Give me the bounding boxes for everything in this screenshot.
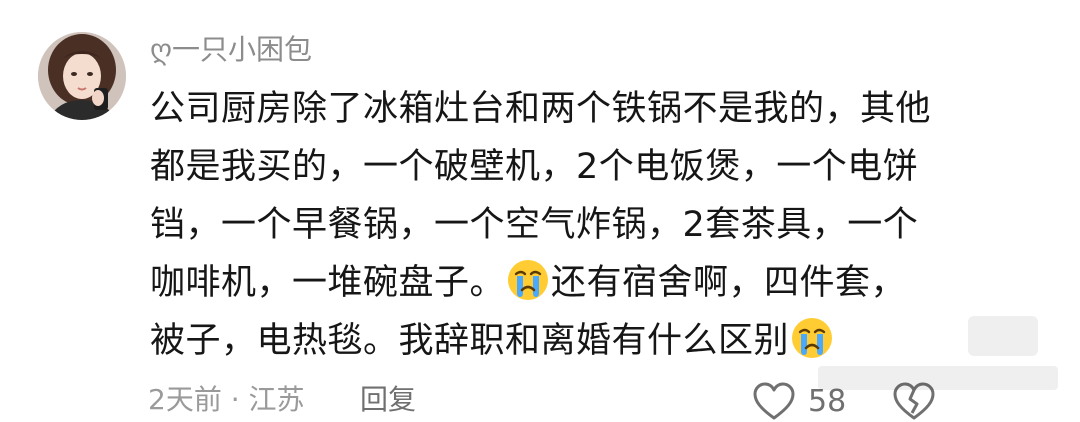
comment-item: ღ一只小困包 公司厨房除了冰箱灶台和两个铁锅不是我的，其他 都是我买的，一个破壁… <box>0 0 1080 420</box>
comment-line-5: 被子，电热毯。我辞职和离婚有什么区别 <box>150 312 930 370</box>
comment-time-location: 2天前 · 江苏 <box>148 383 305 416</box>
comment-line-5-part-1: 被子，电热毯。我辞职和离婚有什么区别 <box>150 321 790 361</box>
comment-line-4: 咖啡机，一堆碗盘子。 还有宿舍啊，四件套， <box>150 254 930 312</box>
heart-icon <box>753 382 795 420</box>
avatar[interactable] <box>38 32 126 120</box>
watermark-icon <box>818 316 1058 390</box>
comment-line-4-part-1: 咖啡机，一堆碗盘子。 <box>150 263 506 303</box>
comment-text: 公司厨房除了冰箱灶台和两个铁锅不是我的，其他 都是我买的，一个破壁机，2个电饭煲… <box>150 80 932 370</box>
crying-face-icon <box>508 260 549 300</box>
avatar-image <box>38 32 126 120</box>
comment-line-2: 都是我买的，一个破壁机，2个电饭煲，一个电饼 <box>150 147 919 187</box>
comment-line-3: 铛，一个早餐锅，一个空气炸锅，2套茶具，一个 <box>150 205 919 245</box>
comment-line-1: 公司厨房除了冰箱灶台和两个铁锅不是我的，其他 <box>150 89 932 129</box>
comment-line-4-part-2: 还有宿舍啊，四件套， <box>551 263 907 303</box>
username[interactable]: ღ一只小困包 <box>150 30 312 70</box>
reply-button[interactable]: 回复 <box>360 380 416 420</box>
